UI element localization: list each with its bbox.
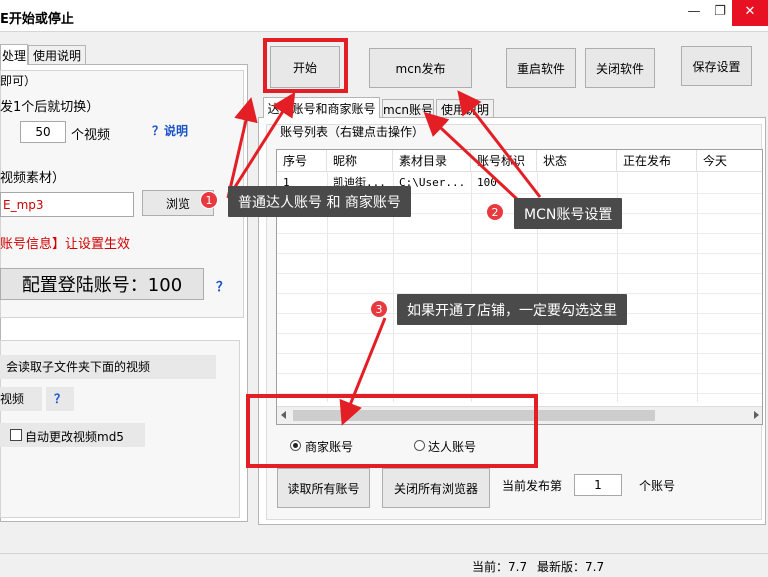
arrow-to-main-tab — [226, 97, 258, 199]
annotation-callout-2: MCN账号设置 — [514, 198, 623, 229]
annotation-badge-1: 1 — [200, 191, 218, 209]
arrow-to-merchant-radio — [339, 317, 387, 426]
annotation-callout-3: 如果开通了店铺，一定要勾选这里 — [397, 294, 627, 325]
annotation-badge-3: 3 — [370, 300, 388, 318]
arrow-to-mcn-tab — [423, 111, 520, 202]
annotation-badge-2: 2 — [486, 203, 504, 221]
annotation-arrows — [226, 90, 542, 426]
arrow-to-start — [226, 91, 296, 199]
annotation-callout-1: 普通达人账号 和 商家账号 — [228, 186, 411, 217]
